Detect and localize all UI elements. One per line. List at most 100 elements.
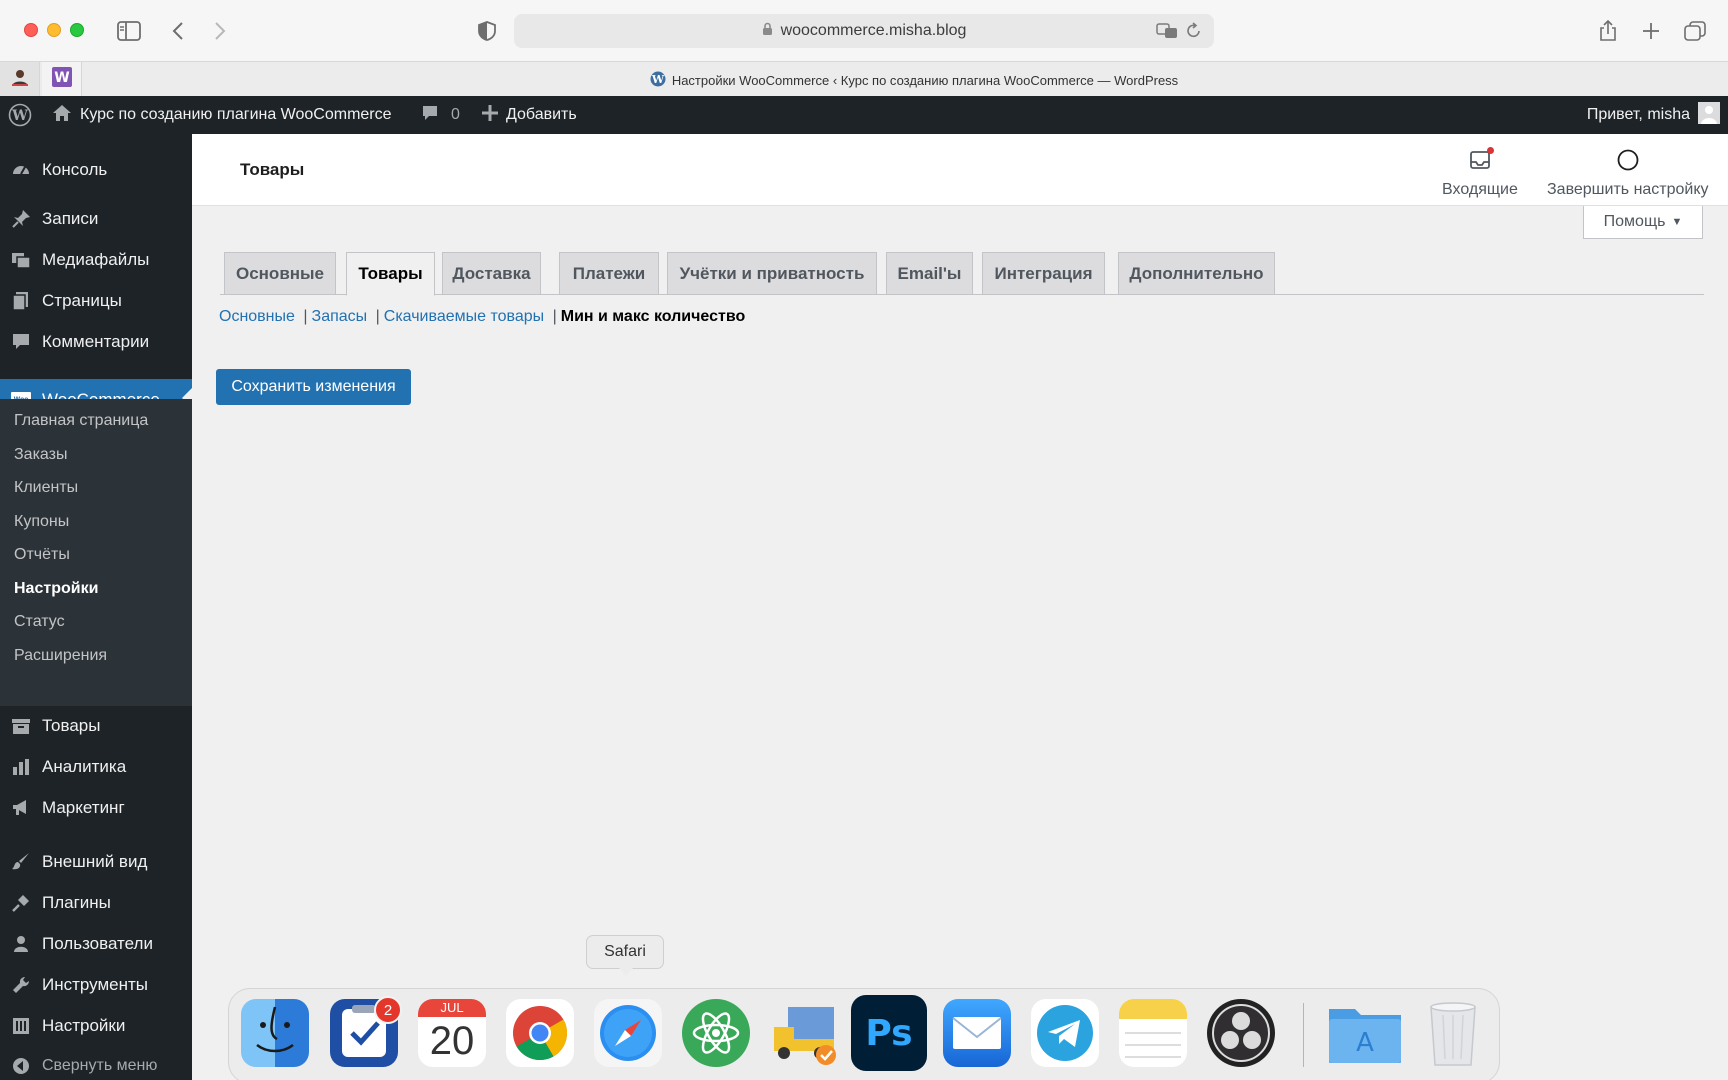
menu-dashboard[interactable]: Консоль	[0, 151, 192, 189]
menu-analytics[interactable]: Аналитика	[0, 748, 192, 786]
transmit-truck-icon[interactable]	[770, 999, 838, 1067]
comments-link[interactable]: 0	[421, 96, 460, 134]
tab-shipping[interactable]: Доставка	[442, 252, 541, 295]
section-inventory-link[interactable]: Запасы	[312, 308, 368, 326]
greeting: Привет, misha	[1586, 106, 1690, 123]
menu-plugins[interactable]: Плагины	[0, 884, 192, 922]
menu-media[interactable]: Медиафайлы	[0, 241, 192, 279]
menu-marketing[interactable]: Маркетинг	[0, 789, 192, 827]
notes-icon[interactable]	[1119, 999, 1187, 1067]
separator: |	[298, 308, 308, 325]
finder-icon[interactable]	[241, 999, 309, 1067]
back-icon[interactable]	[168, 16, 188, 46]
calendar-app-icon[interactable]: JUL 20	[418, 999, 486, 1067]
menu-appearance[interactable]: Внешний вид	[0, 843, 192, 881]
separator: |	[371, 308, 380, 325]
menu-settings[interactable]: Настройки	[0, 1007, 192, 1045]
zoom-window-button[interactable]	[70, 23, 84, 37]
wordpress-favicon-icon: W	[650, 71, 666, 90]
submenu-customers[interactable]: Клиенты	[14, 479, 78, 497]
inbox-label: Входящие	[1442, 181, 1518, 198]
section-general-link[interactable]: Основные	[219, 308, 295, 326]
menu-posts[interactable]: Записи	[0, 200, 192, 238]
sidebar-toggle-icon[interactable]	[116, 16, 142, 46]
submenu-coupons[interactable]: Купоны	[14, 513, 69, 531]
telegram-icon[interactable]	[1031, 999, 1099, 1067]
caret-down-icon: ▼	[1671, 216, 1683, 228]
inbox-button[interactable]: Входящие	[1442, 147, 1518, 199]
my-account-link[interactable]: Привет, misha	[1587, 96, 1720, 134]
tab-payments[interactable]: Платежи	[559, 252, 659, 295]
translate-icon[interactable]	[1156, 22, 1178, 45]
menu-comments[interactable]: Комментарии	[0, 323, 192, 361]
menu-label: Настройки	[42, 1016, 126, 1035]
applications-folder-icon[interactable]: A	[1325, 999, 1405, 1067]
wrench-icon	[0, 975, 42, 995]
tab-integration[interactable]: Интеграция	[982, 252, 1105, 295]
settings-icon	[0, 1016, 42, 1036]
minimize-window-button[interactable]	[47, 23, 61, 37]
tasks-badge: 2	[374, 996, 402, 1024]
svg-text:Ps: Ps	[865, 1013, 912, 1054]
tab-general[interactable]: Основные	[224, 252, 336, 295]
submenu-home[interactable]: Главная страница	[14, 412, 148, 430]
trash-icon[interactable]	[1419, 999, 1487, 1067]
media-icon	[0, 250, 42, 270]
submenu-orders[interactable]: Заказы	[14, 446, 67, 464]
woo-header: Товары Входящие Завершить настройку	[192, 134, 1728, 206]
submenu-extensions[interactable]: Расширения	[14, 647, 107, 665]
new-label: Добавить	[506, 106, 577, 123]
dashboard-icon	[0, 160, 42, 180]
wordpress-logo-icon[interactable]: W	[8, 96, 32, 134]
collapse-menu-button[interactable]: Свернуть меню	[0, 1047, 192, 1080]
submenu-status[interactable]: Статус	[14, 613, 65, 631]
new-content-link[interactable]: Добавить	[482, 96, 577, 134]
new-tab-icon[interactable]	[1639, 16, 1663, 46]
save-changes-button[interactable]: Сохранить изменения	[216, 369, 411, 405]
menu-pages[interactable]: Страницы	[0, 282, 192, 320]
admin-sidebar: Консоль Записи Медиафайлы Страницы Комме…	[0, 134, 192, 1080]
dock-tooltip: Safari	[586, 935, 664, 976]
chrome-icon[interactable]	[506, 999, 574, 1067]
finish-setup-button[interactable]: Завершить настройку	[1547, 148, 1709, 199]
address-bar[interactable]: woocommerce.misha.blog	[514, 14, 1214, 48]
menu-tools[interactable]: Инструменты	[0, 966, 192, 1004]
section-min-max-current[interactable]: Мин и макс количество	[561, 308, 746, 326]
safari-icon[interactable]	[594, 999, 662, 1067]
menu-label: Консоль	[42, 160, 108, 179]
tab-advanced[interactable]: Дополнительно	[1118, 252, 1275, 295]
dock: 2 JUL 20 Ps A	[228, 988, 1500, 1080]
tab-emails[interactable]: Email'ы	[886, 252, 973, 295]
menu-products[interactable]: Товары	[0, 707, 192, 745]
tab-accounts-privacy[interactable]: Учётки и приватность	[667, 252, 877, 295]
plugin-icon	[0, 893, 42, 913]
privacy-shield-icon[interactable]	[476, 16, 498, 46]
menu-label: Маркетинг	[42, 798, 125, 817]
tab-products[interactable]: Товары	[346, 252, 435, 296]
tasks-app-icon[interactable]: 2	[330, 996, 402, 1067]
tab-overview-icon[interactable]	[1682, 16, 1708, 46]
obs-icon[interactable]	[1207, 999, 1275, 1067]
photoshop-icon[interactable]: Ps	[851, 995, 927, 1071]
page-title: Товары	[240, 160, 305, 179]
comments-count: 0	[451, 106, 460, 123]
submenu-reports[interactable]: Отчёты	[14, 546, 70, 564]
notification-dot	[1486, 147, 1494, 154]
browser-toolbar: woocommerce.misha.blog	[0, 0, 1728, 61]
forward-icon[interactable]	[210, 16, 230, 46]
calendar-month: JUL	[418, 999, 486, 1017]
settings-tabs: Основные Товары Доставка Платежи Учётки …	[220, 252, 1704, 296]
submenu-settings[interactable]: Настройки	[14, 580, 98, 598]
menu-users[interactable]: Пользователи	[0, 925, 192, 963]
help-button[interactable]: Помощь ▼	[1583, 206, 1703, 239]
section-downloadable-link[interactable]: Скачиваемые товары	[384, 308, 544, 326]
active-tab[interactable]: W Настройки WooCommerce ‹ Курс по создан…	[0, 71, 1728, 90]
site-name-link[interactable]: Курс по созданию плагина WooCommerce	[52, 96, 392, 134]
menu-label: Медиафайлы	[42, 250, 150, 269]
close-window-button[interactable]	[24, 23, 38, 37]
reload-icon[interactable]	[1186, 22, 1202, 45]
chart-icon	[0, 757, 42, 777]
atom-icon[interactable]	[682, 999, 750, 1067]
share-icon[interactable]	[1596, 16, 1620, 46]
mail-icon[interactable]	[943, 999, 1011, 1067]
